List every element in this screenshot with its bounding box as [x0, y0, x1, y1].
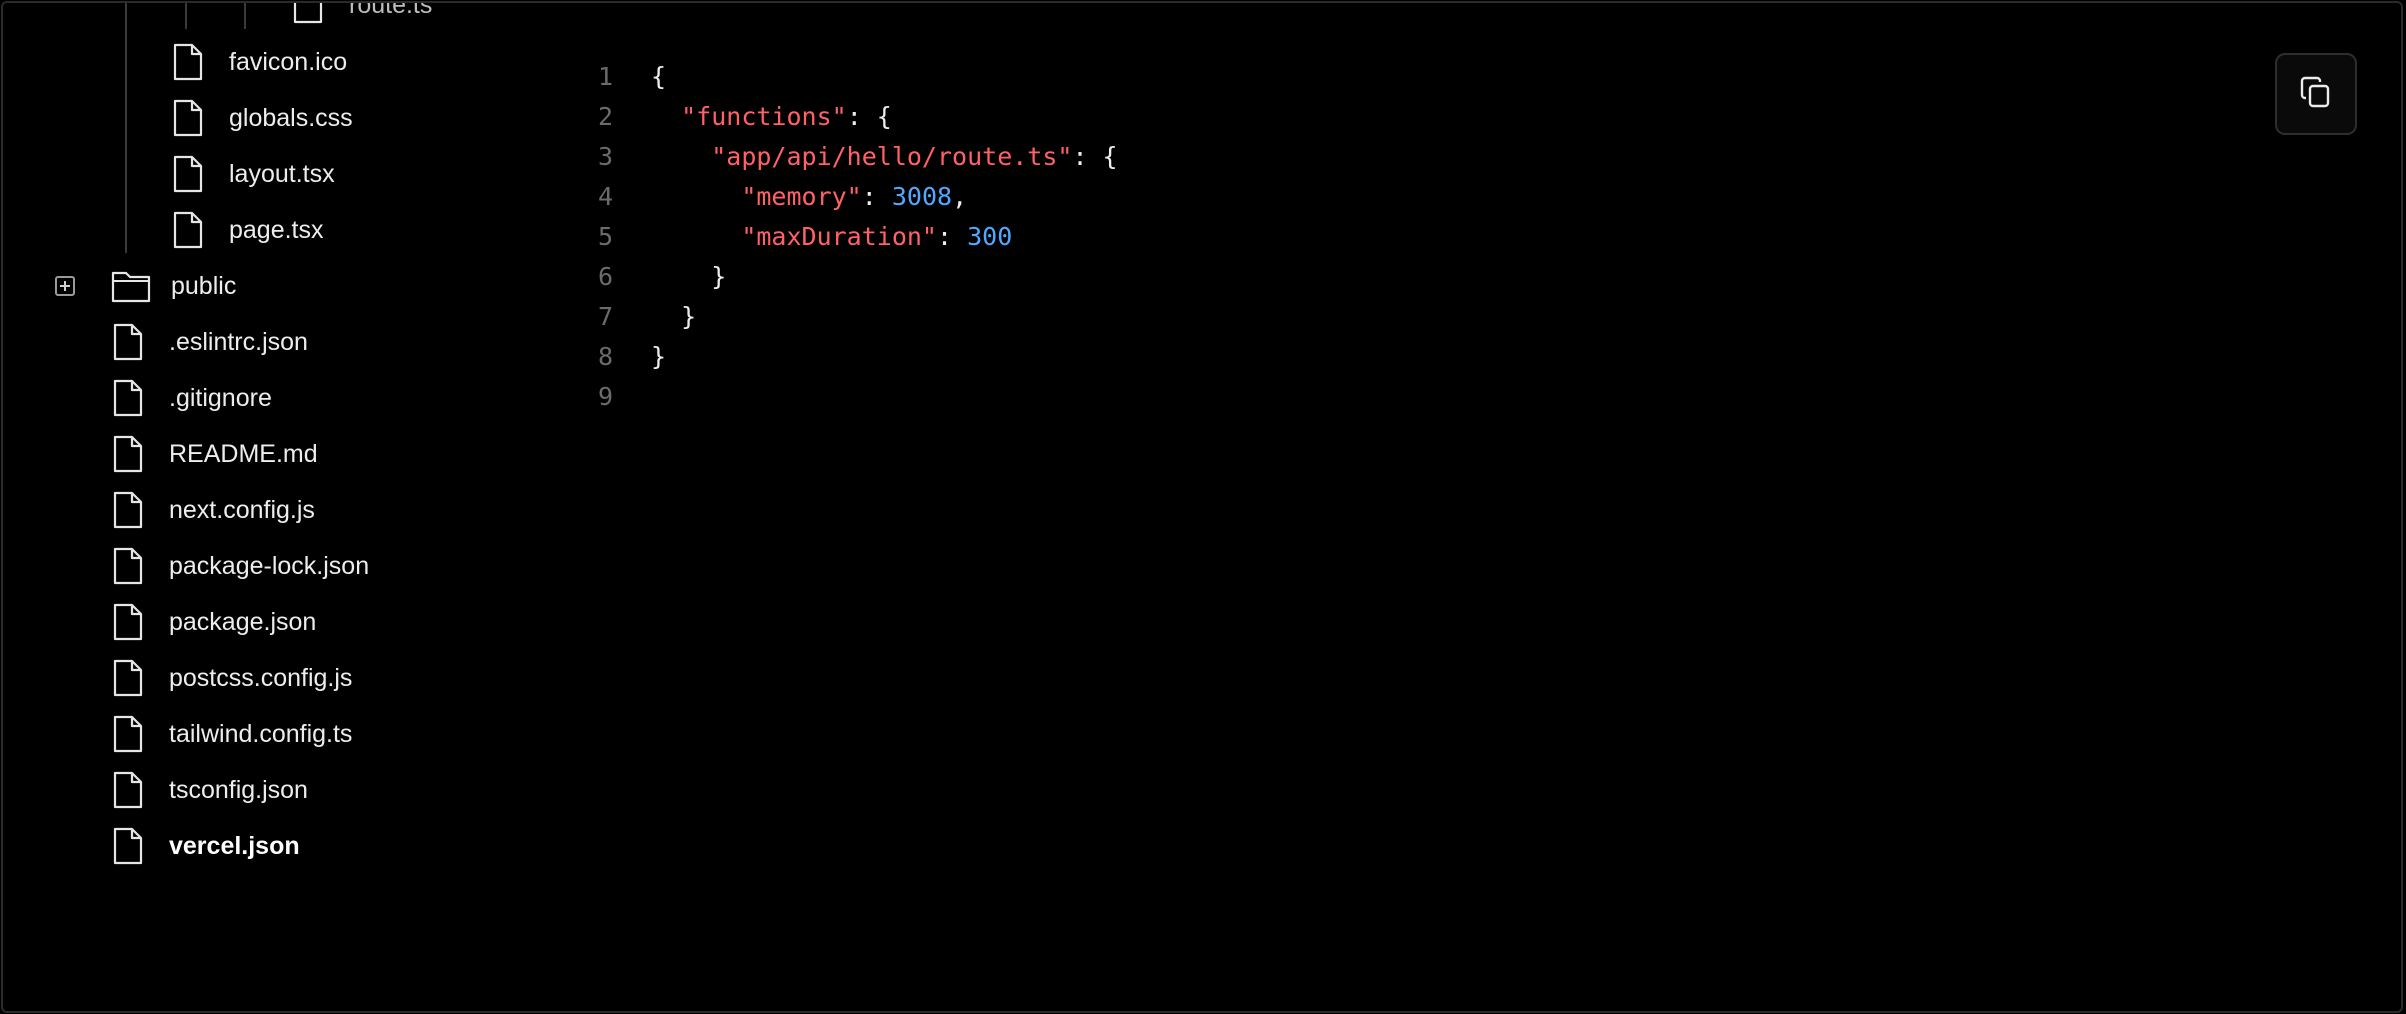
- tree-item-tsconfig-json[interactable]: tsconfig.json: [111, 762, 308, 818]
- file-icon: [111, 432, 145, 476]
- file-icon: [111, 376, 145, 420]
- tree-item-next-config-js[interactable]: next.config.js: [111, 482, 315, 538]
- tree-item-route-ts[interactable]: route.ts: [291, 1, 433, 33]
- json-key: "app/api/hello/route.ts": [711, 142, 1073, 171]
- line-number: 9: [597, 382, 613, 411]
- tree-item-tailwind-config-ts[interactable]: tailwind.config.ts: [111, 706, 352, 762]
- tree-item-package-lock-json[interactable]: package-lock.json: [111, 538, 369, 594]
- file-icon: [111, 600, 145, 644]
- file-icon: [171, 208, 205, 252]
- line-number: 6: [597, 262, 613, 291]
- copy-icon: [2299, 75, 2333, 114]
- copy-button[interactable]: [2275, 53, 2357, 135]
- code-line: 2 "functions": {: [563, 97, 1118, 137]
- json-punctuation: [651, 177, 741, 217]
- tree-item-label: tailwind.config.ts: [169, 719, 353, 748]
- tree-guide-line: [185, 3, 187, 29]
- line-number: 4: [597, 182, 613, 211]
- tree-item-postcss-config-js[interactable]: postcss.config.js: [111, 650, 352, 706]
- json-punctuation: }: [651, 302, 697, 331]
- line-number: 2: [597, 102, 613, 131]
- code-line: 7 }: [563, 297, 1118, 337]
- tree-item-favicon-ico[interactable]: favicon.ico: [171, 34, 347, 90]
- tree-item-label: postcss.config.js: [169, 663, 353, 692]
- code-line: 8}: [563, 337, 1118, 377]
- file-icon: [171, 96, 205, 140]
- json-number: 3008: [891, 182, 953, 211]
- file-icon: [111, 768, 145, 812]
- json-number: 300: [967, 222, 1013, 251]
- file-icon: [111, 824, 145, 868]
- tree-item-package-json[interactable]: package.json: [111, 594, 316, 650]
- tree-item-globals-css[interactable]: globals.css: [171, 90, 353, 146]
- tree-item-label: .eslintrc.json: [169, 327, 308, 356]
- tree-item-label: package-lock.json: [169, 551, 370, 580]
- file-icon: [111, 544, 145, 588]
- tree-item-label: globals.css: [229, 103, 353, 132]
- json-punctuation: [651, 217, 741, 257]
- line-number: 1: [597, 62, 613, 91]
- file-icon: [111, 488, 145, 532]
- code-line: 6 }: [563, 257, 1118, 297]
- tree-item-label: next.config.js: [169, 495, 315, 524]
- code-line: 3 "app/api/hello/route.ts": {: [563, 137, 1118, 177]
- json-punctuation: [651, 97, 681, 137]
- tree-guide-line: [125, 3, 127, 253]
- file-tree: route.ts favicon.ico globals.css layout.ts…: [3, 3, 523, 1011]
- tree-item-label: package.json: [169, 607, 317, 636]
- code-line: 1{: [563, 57, 1118, 97]
- json-punctuation: }: [651, 262, 727, 291]
- json-punctuation: :: [936, 222, 968, 251]
- tree-item-label: layout.tsx: [229, 159, 335, 188]
- line-number: 8: [597, 342, 613, 371]
- expand-folder-icon[interactable]: [55, 276, 75, 296]
- json-punctuation: {: [651, 62, 667, 91]
- json-key: "memory": [741, 182, 862, 211]
- file-icon: [111, 656, 145, 700]
- tree-item-label: README.md: [169, 439, 318, 468]
- tree-item-page-tsx[interactable]: page.tsx: [171, 202, 324, 258]
- json-punctuation: }: [651, 342, 667, 371]
- tree-item-layout-tsx[interactable]: layout.tsx: [171, 146, 335, 202]
- tree-item-label: .gitignore: [169, 383, 272, 412]
- json-key: "functions": [681, 102, 847, 131]
- code-block: 1{2 "functions": {3 "app/api/hello/route…: [563, 57, 1118, 417]
- tree-item-eslintrc-json[interactable]: .eslintrc.json: [111, 314, 308, 370]
- line-number: 7: [597, 302, 613, 331]
- file-icon: [291, 3, 325, 27]
- tree-item-label: page.tsx: [229, 215, 324, 244]
- tree-item-label: favicon.ico: [229, 47, 348, 76]
- file-icon: [111, 320, 145, 364]
- file-icon: [171, 40, 205, 84]
- file-icon: [171, 152, 205, 196]
- tree-item-readme-md[interactable]: README.md: [111, 426, 318, 482]
- json-punctuation: : {: [1072, 142, 1118, 171]
- tree-guide-line: [244, 3, 246, 29]
- code-line: 4 "memory": 3008,: [563, 177, 1118, 217]
- tree-item-public-folder[interactable]: public: [111, 258, 236, 314]
- tree-item-gitignore[interactable]: .gitignore: [111, 370, 272, 426]
- tree-item-label: route.ts: [349, 1, 433, 19]
- folder-icon: [111, 264, 151, 308]
- json-punctuation: ,: [952, 182, 968, 211]
- line-number: 5: [597, 222, 613, 251]
- tree-item-vercel-json[interactable]: vercel.json: [111, 818, 300, 874]
- tree-item-label: vercel.json: [169, 831, 300, 860]
- line-number: 3: [597, 142, 613, 171]
- tree-item-label: public: [171, 271, 237, 300]
- json-punctuation: [651, 137, 711, 177]
- json-punctuation: : {: [846, 102, 892, 131]
- json-punctuation: :: [861, 182, 892, 211]
- code-line: 9: [563, 377, 1118, 417]
- code-viewer-panel: route.ts favicon.ico globals.css layout.ts…: [1, 1, 2403, 1013]
- file-icon: [111, 712, 145, 756]
- code-line: 5 "maxDuration": 300: [563, 217, 1118, 257]
- tree-item-label: tsconfig.json: [169, 775, 308, 804]
- json-key: "maxDuration": [741, 222, 937, 251]
